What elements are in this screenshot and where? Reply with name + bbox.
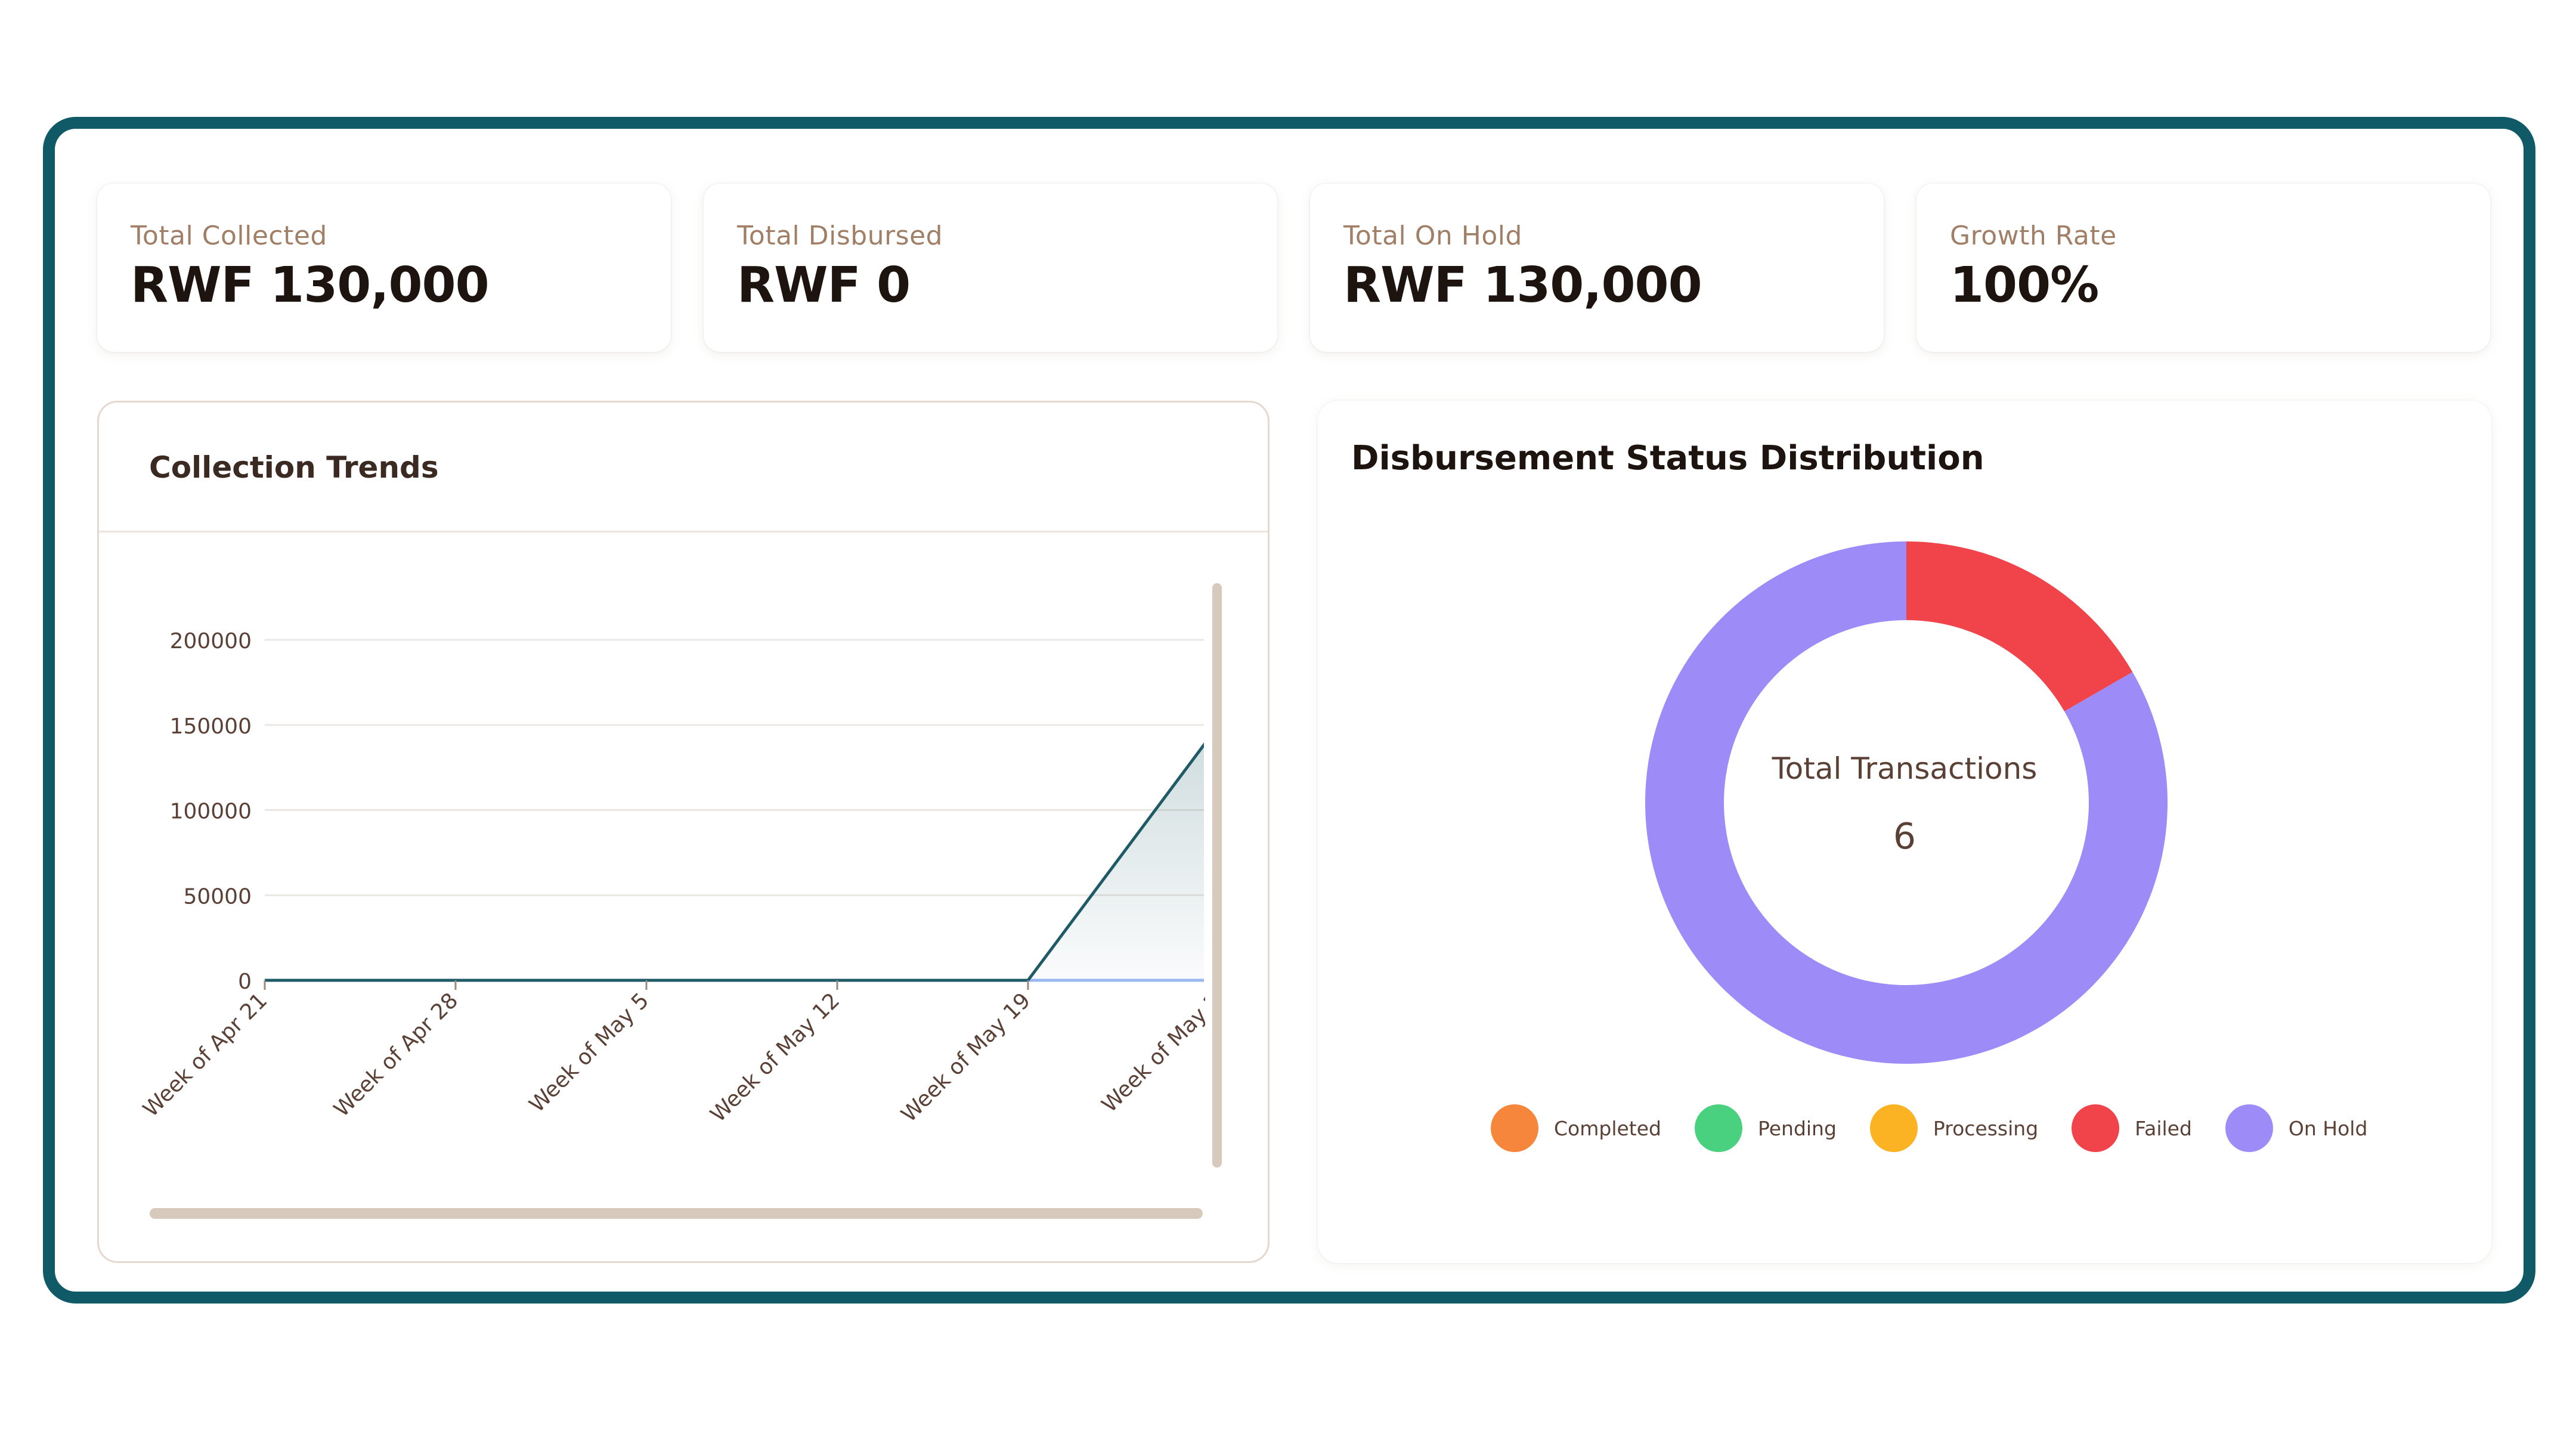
- x-tick-label: Week of May 2: [1097, 988, 1226, 1117]
- stat-value: RWF 0: [737, 257, 911, 314]
- legend-swatch: [1869, 1104, 1918, 1152]
- stat-label: Total Disbursed: [737, 221, 943, 251]
- disbursement-status-card: Disbursement Status Distribution Total T…: [1318, 401, 2491, 1263]
- donut-slice-failed: [1906, 541, 2133, 711]
- legend-swatch: [2225, 1104, 2273, 1152]
- legend-swatch: [2072, 1104, 2120, 1152]
- stat-value: 100%: [1950, 257, 2099, 314]
- legend-item-completed[interactable]: Completed: [1491, 1104, 1661, 1152]
- stat-card-growth-rate: Growth Rate 100%: [1916, 184, 2490, 352]
- y-tick-label: 150000: [170, 714, 252, 739]
- series-area: [265, 745, 1204, 980]
- stat-card-total-disbursed: Total Disbursed RWF 0: [704, 184, 1277, 352]
- y-tick-label: 50000: [183, 884, 252, 909]
- donut-center-value: 6: [1893, 816, 1916, 857]
- x-tick-label: Week of May 12: [706, 988, 845, 1127]
- stat-card-total-on-hold: Total On Hold RWF 130,000: [1310, 184, 1884, 352]
- y-tick-label: 200000: [170, 629, 252, 654]
- legend-label: Pending: [1758, 1116, 1837, 1140]
- legend-item-failed[interactable]: Failed: [2072, 1104, 2192, 1152]
- legend-swatch: [1491, 1104, 1538, 1152]
- stat-card-total-collected: Total Collected RWF 130,000: [97, 184, 671, 352]
- x-tick-label: Week of May 19: [897, 988, 1036, 1127]
- vertical-scrollbar[interactable]: [1212, 583, 1222, 1168]
- legend-label: Failed: [2135, 1116, 2192, 1140]
- y-tick-label: 100000: [170, 800, 252, 824]
- horizontal-scrollbar[interactable]: [150, 1208, 1203, 1219]
- stat-label: Total Collected: [131, 221, 327, 251]
- legend-label: Processing: [1933, 1116, 2039, 1140]
- collection-trends-card: Collection Trends 0 50000 100000 150000 2000…: [97, 401, 1270, 1263]
- donut-center-label: Total Transactions: [1772, 751, 2038, 786]
- stat-value: RWF 130,000: [131, 257, 490, 314]
- y-tick-label: 0: [238, 970, 252, 994]
- collection-trends-chart: 0 50000 100000 150000 200000 Week of Apr 21 We…: [138, 583, 1226, 1219]
- legend-item-pending[interactable]: Pending: [1695, 1104, 1837, 1152]
- legend-swatch: [1695, 1104, 1742, 1152]
- stat-label: Total On Hold: [1343, 221, 1522, 251]
- legend-item-on-hold[interactable]: On Hold: [2225, 1104, 2368, 1152]
- stat-value: RWF 130,000: [1343, 257, 1702, 314]
- stat-label: Growth Rate: [1950, 221, 2117, 251]
- legend-item-processing[interactable]: Processing: [1869, 1104, 2039, 1152]
- donut-legend: Completed Pending Processing Failed On Hold: [1491, 1104, 2401, 1152]
- x-tick-label: Week of May 5: [525, 988, 654, 1117]
- legend-label: On Hold: [2288, 1116, 2368, 1140]
- x-tick-label: Week of Apr 28: [329, 988, 463, 1122]
- legend-label: Completed: [1554, 1116, 1661, 1140]
- x-tick-label: Week of Apr 21: [138, 988, 272, 1122]
